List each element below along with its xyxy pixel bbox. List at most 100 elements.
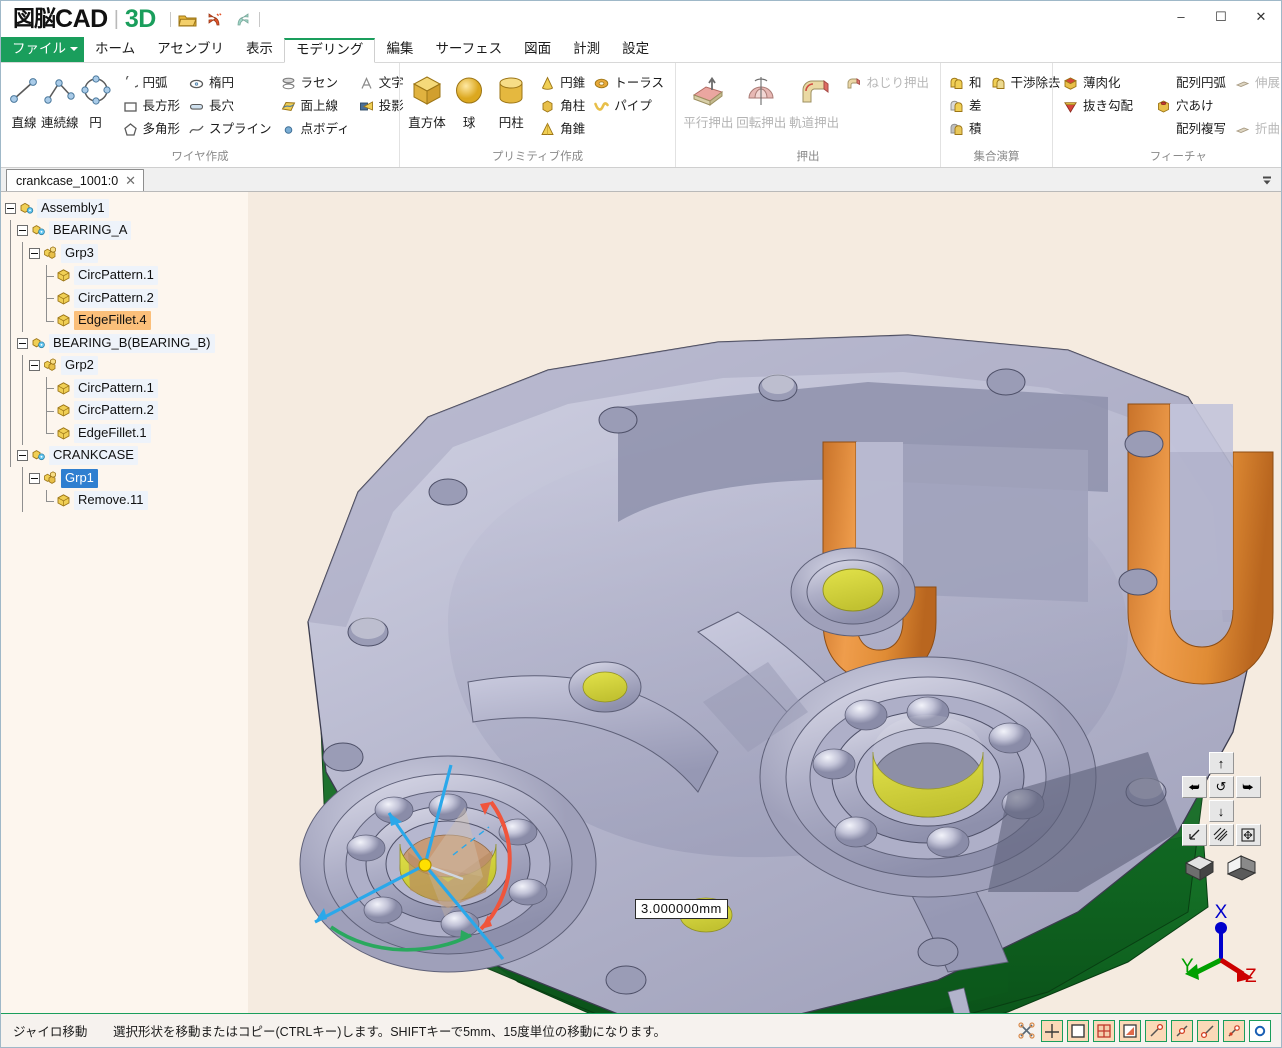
slot-button[interactable]: 長穴 xyxy=(185,95,277,117)
intersect-button[interactable]: 積 xyxy=(945,118,987,140)
iso-view-icon[interactable] xyxy=(1181,824,1207,846)
subtract-button[interactable]: 差 xyxy=(945,95,987,117)
redo-icon[interactable] xyxy=(232,10,252,29)
view-down-icon[interactable]: ↓ xyxy=(1208,800,1234,822)
tab-home[interactable]: ホーム xyxy=(84,37,146,62)
polygon-button[interactable]: 多角形 xyxy=(119,118,186,140)
ribbon-collapse-button[interactable] xyxy=(1259,172,1275,188)
circle-button[interactable]: 円 xyxy=(79,68,113,131)
model-tree-panel[interactable]: Assembly1 BEARING_A Grp3 CircPattern.1 C… xyxy=(1,192,248,1013)
spline-button[interactable]: スプライン xyxy=(185,118,277,140)
tree-item-circpattern-1b[interactable]: CircPattern.1 xyxy=(5,377,248,400)
expander-icon[interactable] xyxy=(29,360,40,372)
line-button[interactable]: 直線 xyxy=(7,68,41,131)
snap-corner-icon[interactable] xyxy=(1119,1019,1141,1042)
minimize-button[interactable]: – xyxy=(1161,1,1201,31)
snap-crosshair-icon[interactable] xyxy=(1041,1019,1063,1042)
helix-button[interactable]: ラセン xyxy=(277,72,355,94)
spline-icon xyxy=(188,121,205,138)
revolve-button[interactable]: 回転押出 xyxy=(735,68,788,131)
snap-face-icon[interactable] xyxy=(1067,1019,1089,1042)
union-button[interactable]: 和 xyxy=(945,72,987,94)
tab-measure[interactable]: 計測 xyxy=(562,37,611,62)
snap-nearest-icon[interactable] xyxy=(1223,1019,1245,1042)
snap-grid-icon[interactable] xyxy=(1093,1019,1115,1042)
tree-item-circpattern-2a[interactable]: CircPattern.2 xyxy=(5,287,248,310)
tree-item-grp2[interactable]: Grp2 xyxy=(5,354,248,378)
maximize-button[interactable]: ☐ xyxy=(1201,1,1241,31)
box-button[interactable]: 直方体 xyxy=(406,68,448,131)
fit-view-icon[interactable] xyxy=(1235,824,1261,846)
spin-icon[interactable]: ↺ xyxy=(1208,776,1234,798)
snap-midpoint-icon[interactable] xyxy=(1171,1019,1193,1042)
tree-item-circpattern-1a[interactable]: CircPattern.1 xyxy=(5,264,248,288)
close-button[interactable]: ✕ xyxy=(1241,1,1281,31)
point-body-button[interactable]: 点ボディ xyxy=(277,118,355,140)
array-copy-button[interactable]: 配列複写 xyxy=(1152,118,1231,140)
document-tab[interactable]: crankcase_1001:0 ✕ xyxy=(6,169,145,191)
polyline-button[interactable]: 連続線 xyxy=(41,68,79,131)
snap-intersect-icon[interactable] xyxy=(1197,1019,1219,1042)
prism-button[interactable]: 角柱 xyxy=(536,95,590,117)
cone-button[interactable]: 円錐 xyxy=(536,72,590,94)
extend-button[interactable]: 伸展 xyxy=(1231,72,1282,94)
tree-item-assembly1[interactable]: Assembly1 xyxy=(5,197,248,220)
circular-pattern-button[interactable]: 配列円弧 xyxy=(1152,72,1231,94)
cylinder-button[interactable]: 円柱 xyxy=(490,68,532,131)
expander-icon[interactable] xyxy=(29,472,40,484)
draft-button[interactable]: 抜き勾配 xyxy=(1059,95,1138,117)
tree-item-remove-11[interactable]: Remove.11 xyxy=(5,489,248,513)
rotate-left-icon[interactable]: ⮨ xyxy=(1181,776,1207,798)
tree-item-grp3[interactable]: Grp3 xyxy=(5,242,248,265)
shaded-cube-icon[interactable] xyxy=(1182,851,1218,888)
tab-surface[interactable]: サーフェス xyxy=(424,37,513,62)
bend-button[interactable]: 折曲げ xyxy=(1231,118,1282,140)
snap-off-icon[interactable] xyxy=(1015,1020,1037,1042)
tree-item-grp1[interactable]: Grp1 xyxy=(5,467,248,490)
expander-icon[interactable] xyxy=(5,202,16,214)
snap-endpoint-icon[interactable] xyxy=(1145,1019,1167,1042)
shell-button[interactable]: 薄肉化 xyxy=(1059,72,1138,94)
arc-button[interactable]: 円弧 xyxy=(119,72,186,94)
rectangle-button[interactable]: 長方形 xyxy=(119,95,186,117)
expander-icon[interactable] xyxy=(29,247,40,259)
tab-settings[interactable]: 設定 xyxy=(611,37,660,62)
dimension-label: 3.000000mm xyxy=(635,899,728,919)
twist-extrude-button[interactable]: ねじり押出 xyxy=(842,72,934,94)
sweep-button[interactable]: 軌道押出 xyxy=(788,68,841,131)
tree-item-bearing-a[interactable]: BEARING_A xyxy=(5,219,248,243)
tab-modeling[interactable]: モデリング xyxy=(283,38,376,63)
tree-item-crankcase[interactable]: CRANKCASE xyxy=(5,444,248,468)
curve-on-face-button[interactable]: 面上線 xyxy=(277,95,355,117)
status-mode: ジャイロ移動 xyxy=(13,1025,88,1039)
undo-icon[interactable] xyxy=(205,10,225,29)
tab-drawing[interactable]: 図面 xyxy=(513,37,562,62)
close-icon[interactable]: ✕ xyxy=(125,174,136,187)
3d-viewport[interactable]: 3.000000mm ↑ ⮨ ↺ ⮩ ↓ X Y Z xyxy=(248,192,1281,1013)
hole-button[interactable]: 穴あけ xyxy=(1152,95,1231,117)
pipe-button[interactable]: パイプ xyxy=(590,95,669,117)
snap-center-icon[interactable] xyxy=(1249,1019,1271,1042)
expander-icon[interactable] xyxy=(17,225,28,237)
ellipse-button[interactable]: 楕円 xyxy=(185,72,277,94)
expander-icon[interactable] xyxy=(17,450,28,462)
rotate-right-icon[interactable]: ⮩ xyxy=(1235,776,1261,798)
tree-item-bearing-b[interactable]: BEARING_B(BEARING_B) xyxy=(5,332,248,355)
open-icon[interactable] xyxy=(178,10,198,29)
tree-item-edgefillet-4[interactable]: EdgeFillet.4 xyxy=(5,309,248,333)
gyro-manipulator[interactable] xyxy=(313,747,613,977)
tree-item-circpattern-2b[interactable]: CircPattern.2 xyxy=(5,399,248,423)
tree-item-edgefillet-1[interactable]: EdgeFillet.1 xyxy=(5,422,248,445)
tab-file[interactable]: ファイル xyxy=(1,37,84,62)
torus-button[interactable]: トーラス xyxy=(590,72,669,94)
parallel-extrude-button[interactable]: 平行押出 xyxy=(682,68,735,131)
tab-assembly[interactable]: アセンブリ xyxy=(146,37,235,62)
view-up-icon[interactable]: ↑ xyxy=(1208,752,1234,774)
sphere-button[interactable]: 球 xyxy=(448,68,490,131)
pyramid-button[interactable]: 角錐 xyxy=(536,118,590,140)
expander-icon[interactable] xyxy=(17,337,28,349)
tab-display[interactable]: 表示 xyxy=(235,37,284,62)
tab-edit[interactable]: 編集 xyxy=(375,37,424,62)
wireframe-cube-icon[interactable] xyxy=(1224,851,1260,888)
shade-toggle-icon[interactable] xyxy=(1208,824,1234,846)
